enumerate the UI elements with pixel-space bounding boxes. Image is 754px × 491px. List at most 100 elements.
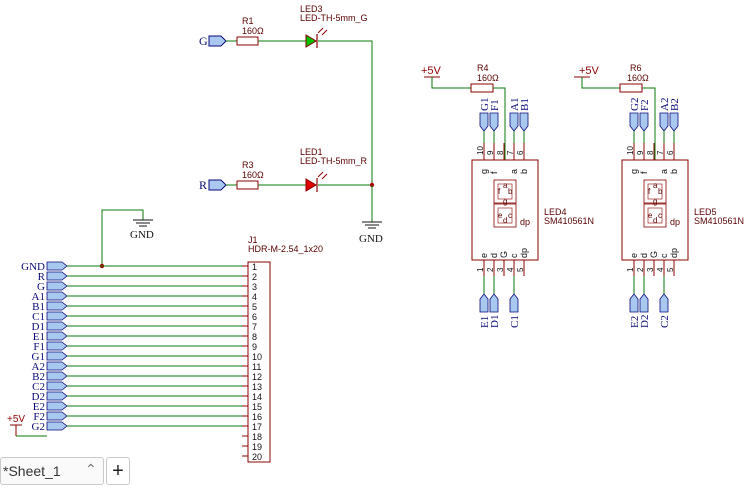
add-sheet-button[interactable]: + (106, 457, 130, 485)
segment-letter: c (658, 211, 662, 220)
segment-letter: f (498, 187, 501, 196)
net-port-r[interactable]: R (199, 178, 227, 192)
net-port[interactable] (519, 112, 529, 132)
port-g-label: G (199, 34, 208, 48)
j1-pin-number: 8 (252, 332, 257, 342)
connector-j1[interactable]: J1 HDR-M-2.54_1x20 123456789101112131415… (242, 235, 323, 463)
net-port[interactable] (46, 361, 68, 371)
pin-number: 2 (636, 267, 645, 272)
pin-name: g (629, 169, 639, 174)
j1-pin-number: 3 (252, 282, 257, 292)
r4-ref: R4 (477, 63, 489, 73)
r1-value: 160Ω (242, 26, 264, 36)
j1-pin-number: 10 (252, 352, 262, 362)
segment-letter: e (498, 211, 503, 220)
seven-seg-led4[interactable]: LED4SM410561N10 9 8 7 6g f a b1e2d3G4c5dpabcdef… (471, 98, 594, 328)
vcc-label: +5V (421, 65, 442, 77)
schematic-canvas[interactable]: G R1 160Ω LED3 LED-TH-5mm_G R R3 160Ω LE… (0, 0, 754, 491)
port-r-label: R (199, 178, 207, 192)
net-label: C1 (509, 315, 521, 328)
vcc-symbol[interactable]: +5V (7, 414, 25, 436)
pin-name: e (479, 253, 489, 258)
j1-pin-number: 1 (252, 262, 257, 272)
segment-letter: e (648, 211, 653, 220)
sheet-tab[interactable]: *Sheet_1 ⌃ (0, 457, 104, 485)
net-port[interactable] (509, 112, 519, 132)
net-port[interactable] (46, 351, 68, 361)
net-port[interactable] (489, 293, 499, 313)
net-port[interactable] (629, 293, 639, 313)
pin-number: 10 (626, 146, 635, 155)
led-value: SM410561N (694, 216, 744, 226)
net-port[interactable] (659, 112, 669, 132)
net-port[interactable] (46, 261, 68, 271)
j1-pin-number: 17 (252, 422, 262, 432)
pin-name: c (659, 253, 669, 258)
pin-name: dp (519, 248, 529, 258)
net-label: F1 (489, 99, 501, 111)
sheet-tab-label: *Sheet_1 (3, 463, 61, 479)
net-port[interactable] (46, 281, 68, 291)
net-port[interactable] (639, 293, 649, 313)
j1-pin-number: 11 (252, 362, 261, 372)
net-port[interactable] (669, 112, 679, 132)
pin-name: G (649, 251, 659, 258)
vcc-label: +5V (7, 414, 25, 425)
net-port[interactable] (46, 411, 68, 421)
pin-number: 8 (496, 150, 505, 155)
net-port[interactable] (489, 112, 499, 132)
j1-net-labels: GNDRGA1B1C1D1E1F1G1A2B2C2D2E2F2G2 (16, 261, 242, 437)
pin-name: a (509, 169, 519, 174)
r4-value: 160Ω (477, 73, 499, 83)
j1-pin-number: 16 (252, 412, 262, 422)
seven-seg-led5[interactable]: LED5SM410561N10 9 8 7 6g f a b1e2d3G4c5dpabcdef… (621, 98, 744, 328)
pin-name: dp (669, 248, 679, 258)
net-port[interactable] (46, 311, 68, 321)
gnd-symbol[interactable]: GND (359, 221, 383, 245)
net-port[interactable] (659, 293, 669, 313)
net-port[interactable] (629, 112, 639, 132)
gnd-symbol[interactable]: GND (130, 219, 154, 241)
r1-ref: R1 (242, 16, 254, 26)
net-port[interactable] (46, 401, 68, 411)
net-port[interactable] (46, 321, 68, 331)
pin-name: f (639, 171, 649, 174)
net-port[interactable] (479, 112, 489, 132)
vcc-symbol[interactable]: +5V (421, 65, 442, 78)
pin-number: 5 (666, 267, 675, 272)
pin-number: 8 (646, 150, 655, 155)
net-port[interactable] (46, 421, 68, 431)
gnd-label: GND (130, 229, 154, 241)
led-value: SM410561N (544, 216, 594, 226)
net-port[interactable] (46, 371, 68, 381)
vcc-symbol[interactable]: +5V (574, 65, 600, 78)
net-port[interactable] (46, 391, 68, 401)
net-port[interactable] (509, 293, 519, 313)
j1-pin-number: 4 (252, 292, 257, 302)
net-port[interactable] (46, 301, 68, 311)
j1-value: HDR-M-2.54_1x20 (248, 244, 323, 254)
chevron-up-icon[interactable]: ⌃ (85, 461, 97, 478)
pin-name: a (659, 169, 669, 174)
net-port[interactable] (46, 381, 68, 391)
net-port[interactable] (46, 341, 68, 351)
net-label: C2 (659, 315, 671, 328)
net-port[interactable] (46, 271, 68, 281)
pin-number: 4 (506, 267, 515, 272)
net-label: F2 (639, 99, 651, 111)
r6-value: 160Ω (627, 73, 649, 83)
net-label: B2 (669, 98, 681, 111)
segment-letter: b (508, 187, 513, 196)
segment-letter: g (653, 197, 657, 206)
pin-name: d (489, 253, 499, 258)
led3-value: LED-TH-5mm_G (300, 13, 368, 23)
segment-letter: d (653, 216, 657, 225)
j1-pin-number: 15 (252, 402, 262, 412)
net-port[interactable] (479, 293, 489, 313)
net-port-g[interactable]: G (199, 34, 227, 48)
net-port[interactable] (639, 112, 649, 132)
j1-pin-number: 7 (252, 322, 257, 332)
net-port[interactable] (46, 331, 68, 341)
net-port[interactable] (46, 291, 68, 301)
pin-number: 9 (486, 150, 495, 155)
